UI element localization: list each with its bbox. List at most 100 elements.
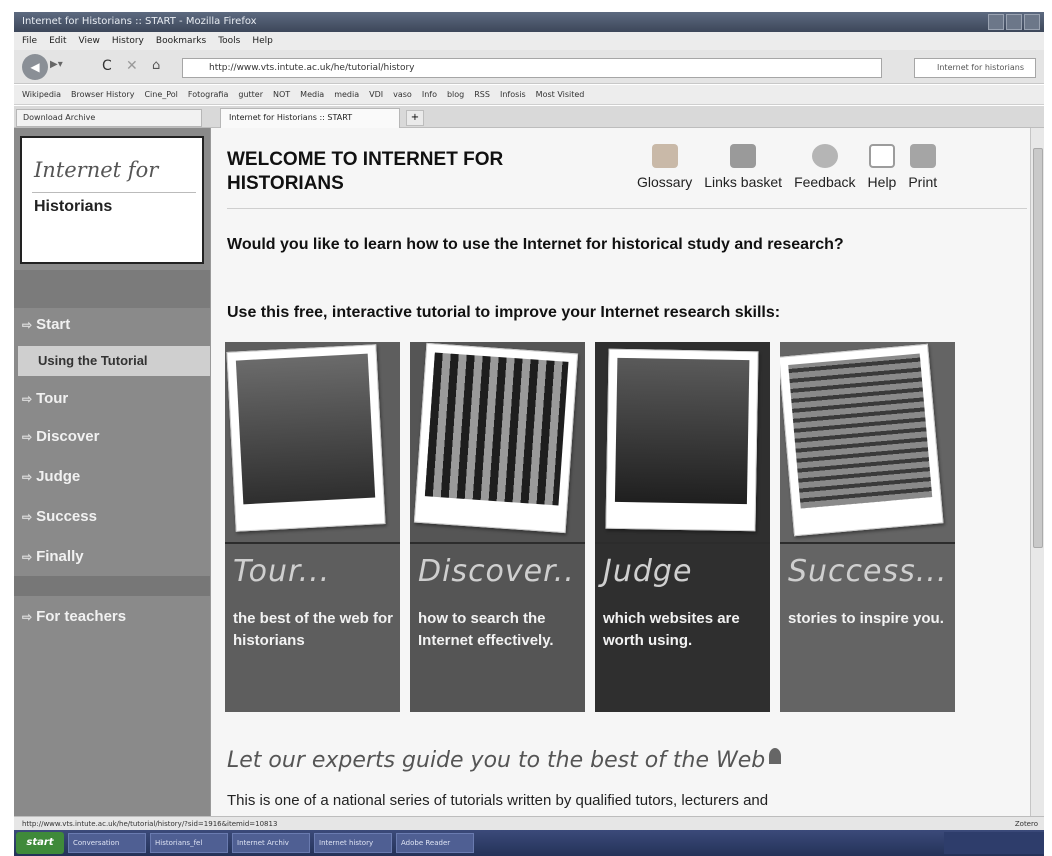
home-icon[interactable]: ⌂ bbox=[152, 58, 160, 73]
card-word: Tour... bbox=[233, 554, 331, 589]
tool-label: Print bbox=[908, 174, 938, 190]
sidebar-item-judge[interactable]: ⇨ Judge bbox=[14, 460, 210, 494]
sidebar-item-start[interactable]: ⇨ Start bbox=[14, 308, 210, 342]
vintage-car-photo bbox=[226, 344, 386, 532]
window-title-bar: Internet for Historians :: START - Mozil… bbox=[14, 12, 1044, 32]
stop-icon[interactable]: ✕ bbox=[126, 58, 138, 74]
intro-question: Would you like to learn how to use the I… bbox=[227, 236, 844, 253]
menu-history[interactable]: History bbox=[112, 32, 144, 50]
sidebar-item-discover[interactable]: ⇨ Discover bbox=[14, 420, 210, 454]
portrait-photo bbox=[605, 348, 759, 532]
taskbar-item[interactable]: Internet history bbox=[314, 833, 392, 853]
logo-line1: Internet for bbox=[34, 158, 159, 182]
tool-label: Links basket bbox=[704, 174, 783, 190]
bookmark-item[interactable]: Most Visited bbox=[536, 85, 585, 104]
bookmark-item[interactable]: NOT bbox=[273, 85, 290, 104]
bookmark-item[interactable]: media bbox=[334, 85, 359, 104]
tab-current-page[interactable]: Internet for Historians :: START bbox=[220, 108, 400, 128]
card-word: Judge bbox=[603, 554, 693, 589]
address-bar[interactable]: http://www.vts.intute.ac.uk/he/tutorial/… bbox=[182, 58, 882, 78]
status-right[interactable]: Zotero bbox=[1015, 817, 1038, 831]
menu-file[interactable]: File bbox=[22, 32, 37, 50]
card-word: Discover.. bbox=[418, 554, 575, 589]
taskbar-item[interactable]: Internet Archiv bbox=[232, 833, 310, 853]
taskbar-item[interactable]: Conversation bbox=[68, 833, 146, 853]
bookmark-item[interactable]: Browser History bbox=[71, 85, 134, 104]
award-ribbon-icon bbox=[769, 748, 782, 764]
sidebar-item-using-tutorial[interactable]: Using the Tutorial bbox=[18, 346, 210, 376]
menu-help[interactable]: Help bbox=[252, 32, 273, 50]
bookmark-item[interactable]: VDI bbox=[369, 85, 383, 104]
sidebar-item-for-teachers[interactable]: ⇨ For teachers bbox=[14, 600, 210, 634]
help-link[interactable]: Help bbox=[868, 144, 896, 190]
scrollbar-thumb[interactable] bbox=[1033, 148, 1043, 548]
back-button[interactable]: ◀ bbox=[22, 54, 48, 80]
header-divider bbox=[227, 208, 1027, 209]
feedback-icon bbox=[811, 144, 838, 168]
menu-tools[interactable]: Tools bbox=[218, 32, 240, 50]
arrow-icon: ⇨ bbox=[22, 392, 33, 406]
sidebar-item-label: Finally bbox=[36, 548, 84, 565]
help-icon bbox=[868, 144, 895, 168]
experts-heading: Let our experts guide you to the best of… bbox=[227, 748, 782, 773]
close-icon[interactable] bbox=[1024, 14, 1040, 30]
bookmark-item[interactable]: Infosis bbox=[500, 85, 526, 104]
os-taskbar: start Conversation Historians_fel Intern… bbox=[14, 830, 1044, 856]
bookmark-item[interactable]: Fotografia bbox=[188, 85, 228, 104]
menu-bar: File Edit View History Bookmarks Tools H… bbox=[14, 32, 1044, 50]
arrow-icon: ⇨ bbox=[22, 510, 33, 524]
reload-icon[interactable]: C bbox=[102, 58, 112, 74]
bookmark-item[interactable]: gutter bbox=[238, 85, 263, 104]
menu-bookmarks[interactable]: Bookmarks bbox=[156, 32, 206, 50]
minimize-icon[interactable] bbox=[988, 14, 1004, 30]
glossary-icon bbox=[651, 144, 678, 168]
bookmark-item[interactable]: Info bbox=[422, 85, 437, 104]
card-tour[interactable]: Tour... the best of the web for historia… bbox=[225, 342, 400, 712]
bookmark-item[interactable]: RSS bbox=[474, 85, 490, 104]
page-title: WELCOME TO INTERNET FOR HISTORIANS bbox=[227, 149, 504, 194]
status-bar: http://www.vts.intute.ac.uk/he/tutorial/… bbox=[14, 816, 1044, 830]
arrow-icon: ⇨ bbox=[22, 430, 33, 444]
taskbar-item[interactable]: Adobe Reader bbox=[396, 833, 474, 853]
nav-divider bbox=[14, 576, 210, 596]
print-link[interactable]: Print bbox=[908, 144, 937, 190]
navigation-toolbar: ◀ ▶▾ C ✕ ⌂ http://www.vts.intute.ac.uk/h… bbox=[14, 50, 1044, 84]
arrow-icon: ⇨ bbox=[22, 318, 33, 332]
sidebar-item-success[interactable]: ⇨ Success bbox=[14, 500, 210, 534]
window-title: Internet for Historians :: START - Mozil… bbox=[22, 16, 257, 27]
site-logo[interactable]: Internet for Historians bbox=[20, 136, 204, 264]
bookmark-item[interactable]: Media bbox=[300, 85, 324, 104]
maximize-icon[interactable] bbox=[1006, 14, 1022, 30]
card-judge[interactable]: Judge which websites are worth using. bbox=[595, 342, 770, 712]
logo-line2: Historians bbox=[34, 198, 113, 215]
feedback-link[interactable]: Feedback bbox=[794, 144, 856, 190]
bookmarks-toolbar: Wikipedia Browser History Cine_Pol Fotog… bbox=[14, 85, 1044, 105]
body-paragraph: This is one of a national series of tuto… bbox=[227, 792, 769, 809]
tool-label: Feedback bbox=[794, 174, 856, 190]
main-content: WELCOME TO INTERNET FOR HISTORIANS Gloss… bbox=[210, 128, 1044, 816]
search-input[interactable]: Internet for historians bbox=[914, 58, 1036, 78]
bookmark-item[interactable]: Wikipedia bbox=[22, 85, 61, 104]
bookmark-item[interactable]: Cine_Pol bbox=[144, 85, 177, 104]
menu-view[interactable]: View bbox=[79, 32, 100, 50]
new-tab-button[interactable]: + bbox=[406, 110, 424, 126]
timber-building-photo bbox=[413, 342, 579, 534]
bookmark-item[interactable]: blog bbox=[447, 85, 464, 104]
forward-button[interactable]: ▶▾ bbox=[50, 59, 72, 75]
manuscript-photo bbox=[780, 343, 944, 537]
tool-links: Glossary Links basket Feedback Help Prin… bbox=[637, 144, 949, 190]
vertical-scrollbar[interactable] bbox=[1030, 128, 1044, 816]
sidebar-item-finally[interactable]: ⇨ Finally bbox=[14, 540, 210, 574]
menu-edit[interactable]: Edit bbox=[49, 32, 66, 50]
card-success[interactable]: Success... stories to inspire you. bbox=[780, 342, 955, 712]
start-button[interactable]: start bbox=[16, 832, 64, 854]
taskbar-item[interactable]: Historians_fel bbox=[150, 833, 228, 853]
sidebar-panel-tab[interactable]: Download Archive bbox=[16, 109, 202, 127]
card-discover[interactable]: Discover.. how to search the Internet ef… bbox=[410, 342, 585, 712]
card-desc: the best of the web for historians bbox=[233, 610, 394, 649]
sidebar-item-tour[interactable]: ⇨ Tour bbox=[14, 382, 210, 416]
bookmark-item[interactable]: vaso bbox=[393, 85, 412, 104]
links-basket-link[interactable]: Links basket bbox=[704, 144, 782, 190]
glossary-link[interactable]: Glossary bbox=[637, 144, 692, 190]
tool-label: Glossary bbox=[637, 174, 693, 190]
